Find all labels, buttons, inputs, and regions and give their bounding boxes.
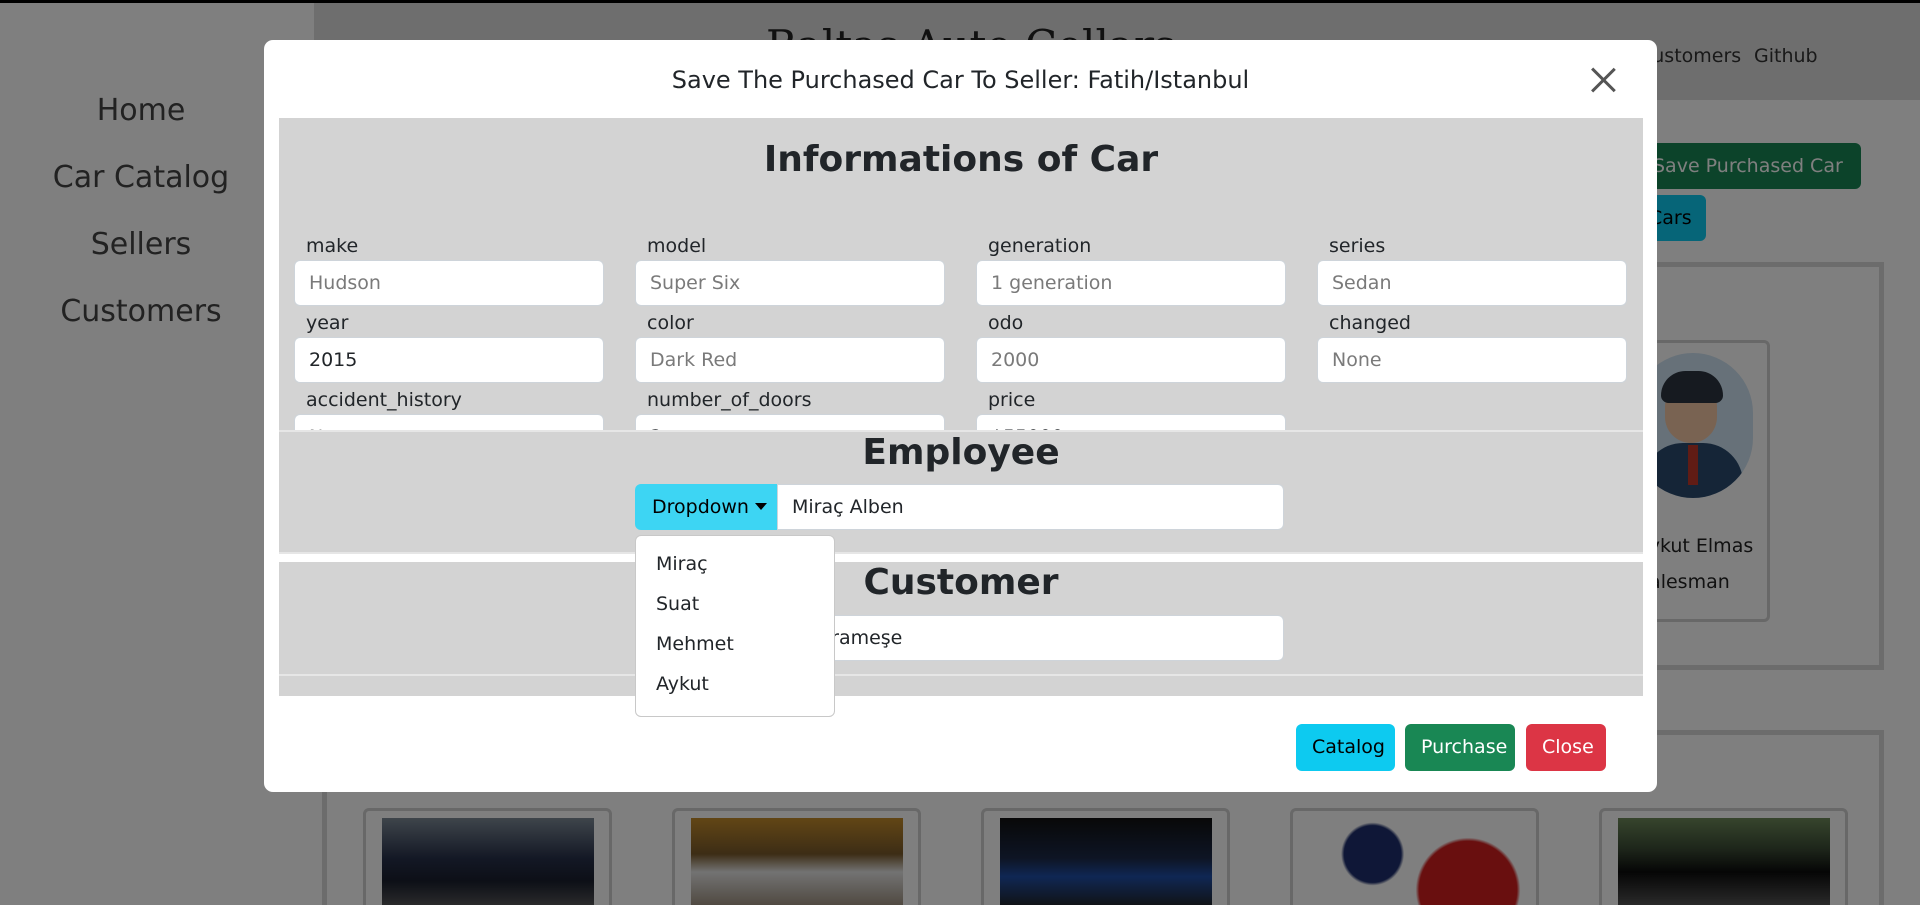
caret-down-icon — [754, 503, 767, 510]
dropdown-label: Dropdown — [652, 496, 749, 518]
section-heading-car: Informations of Car — [763, 139, 1159, 180]
generation-input[interactable] — [976, 260, 1286, 306]
purchase-modal: Save The Purchased Car To Seller: Fatih/… — [264, 40, 1657, 792]
label-series: series — [1329, 235, 1386, 257]
dropdown-item-mirac[interactable]: Miraç — [636, 544, 834, 584]
employee-dropdown-menu: Miraç Suat Mehmet Aykut — [635, 535, 835, 717]
modal-title: Save The Purchased Car To Seller: Fatih/… — [671, 66, 1250, 94]
series-input[interactable] — [1317, 260, 1627, 306]
year-input[interactable] — [294, 337, 604, 383]
catalog-button[interactable]: Catalog — [1296, 724, 1395, 771]
label-year: year — [306, 312, 349, 334]
odo-input[interactable] — [976, 337, 1286, 383]
color-input[interactable] — [635, 337, 945, 383]
label-price: price — [988, 389, 1036, 411]
label-changed: changed — [1329, 312, 1411, 334]
close-button[interactable]: Close — [1526, 724, 1606, 771]
employee-input[interactable]: Miraç Alben — [777, 484, 1284, 530]
label-make: make — [306, 235, 359, 257]
model-input[interactable] — [635, 260, 945, 306]
dropdown-item-mehmet[interactable]: Mehmet — [636, 624, 834, 664]
make-input[interactable] — [294, 260, 604, 306]
employee-section: Employee Dropdown Miraç Alben — [279, 432, 1643, 552]
section-divider — [279, 552, 1643, 554]
dropdown-item-suat[interactable]: Suat — [636, 584, 834, 624]
section-heading-employee: Employee — [862, 432, 1060, 473]
label-model: model — [647, 235, 707, 257]
label-odo: odo — [988, 312, 1024, 334]
section-spacer — [279, 676, 1643, 696]
purchase-button[interactable]: Purchase — [1405, 724, 1515, 771]
section-heading-customer: Customer — [863, 562, 1059, 603]
employee-dropdown-button[interactable]: Dropdown — [635, 484, 784, 530]
dropdown-item-aykut[interactable]: Aykut — [636, 664, 834, 704]
customer-input[interactable]: in Karameşe — [777, 615, 1284, 661]
label-number-of-doors: number_of_doors — [647, 389, 812, 411]
close-icon[interactable] — [1587, 64, 1619, 96]
customer-section: Customer in Karameşe — [279, 562, 1643, 674]
label-generation: generation — [988, 235, 1092, 257]
changed-input[interactable] — [1317, 337, 1627, 383]
label-accident-history: accident_history — [306, 389, 462, 411]
car-info-section: Informations of Car make model generatio… — [279, 118, 1643, 460]
label-color: color — [647, 312, 694, 334]
